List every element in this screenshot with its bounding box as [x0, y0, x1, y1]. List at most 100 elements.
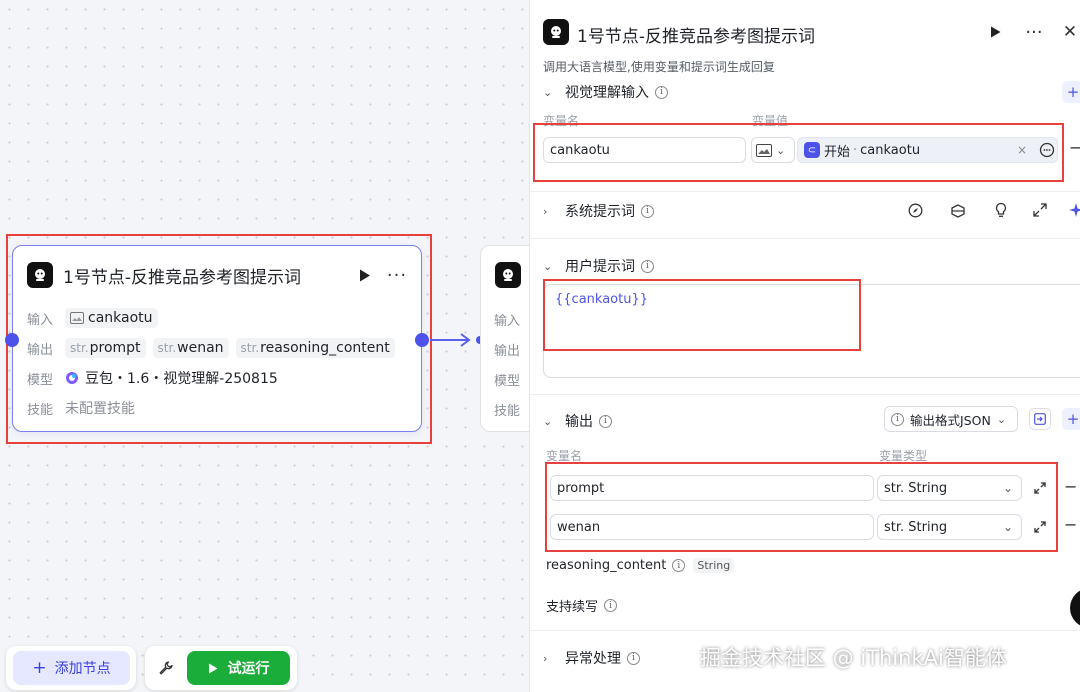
info-icon[interactable]: i: [641, 204, 654, 218]
test-run-label: 试运行: [227, 661, 270, 677]
clear-icon[interactable]: ×: [1017, 143, 1027, 157]
divider: [530, 394, 1080, 395]
test-run-button[interactable]: 试运行: [187, 651, 290, 685]
expand-icon[interactable]: [1029, 477, 1051, 499]
panel-more-icon[interactable]: ···: [1023, 21, 1045, 43]
output-col-name: 变量名: [546, 449, 583, 463]
info-icon[interactable]: i: [627, 651, 640, 665]
start-node-ref-icon: ⊂: [804, 142, 820, 158]
chevron-right-icon: ›: [543, 204, 548, 218]
second-node-input-label: 输入: [494, 314, 521, 329]
continue-writing-toggle[interactable]: [1070, 588, 1080, 628]
vision-var-remove-button[interactable]: −: [1069, 138, 1080, 157]
continue-writing-row: 支持续写 i: [546, 596, 618, 615]
output-var-type-select[interactable]: str. String ⌄: [877, 514, 1022, 540]
user-prompt-title: 用户提示词: [565, 259, 635, 275]
output-add-button[interactable]: +: [1062, 408, 1080, 430]
node-output-port[interactable]: [415, 333, 429, 347]
prompt-library-icon[interactable]: [947, 199, 969, 221]
connection-arrow: [430, 333, 484, 347]
divider: [530, 191, 1080, 192]
info-icon[interactable]: i: [604, 599, 618, 612]
node-input-value: cankaotu: [88, 310, 153, 326]
output-format-label: 输出格式JSON: [910, 412, 991, 428]
node-more-icon[interactable]: ···: [385, 263, 409, 287]
info-icon[interactable]: i: [655, 85, 668, 99]
node-model-value: 豆包・1.6・视觉理解-250815: [85, 371, 278, 387]
node-output-chip: str. wenan: [152, 338, 229, 358]
llm-node-card[interactable]: 1号节点-反推竞品参考图提示词 ··· 输入 cankaotu 输出 str. p…: [12, 245, 422, 432]
output-var-type-select[interactable]: str. String ⌄: [877, 475, 1022, 501]
chevron-down-icon: ⌄: [1002, 481, 1013, 495]
chevron-down-icon: ⌄: [543, 414, 553, 428]
node-skill-label: 技能: [27, 402, 54, 418]
node-output-label: 输出: [27, 342, 54, 358]
panel-close-icon[interactable]: ✕: [1059, 21, 1080, 43]
info-icon[interactable]: i: [599, 414, 612, 428]
second-node-logo-icon: [495, 262, 521, 288]
lightbulb-icon[interactable]: [990, 199, 1012, 221]
panel-title[interactable]: 1号节点-反推竞品参考图提示词: [577, 22, 815, 47]
node-run-icon[interactable]: [353, 263, 377, 287]
exception-title: 异常处理: [565, 651, 621, 667]
node-input-chip: cankaotu: [65, 308, 158, 328]
node-output-chip: str. reasoning_content: [235, 338, 395, 358]
reasoning-content-name: reasoning_content: [546, 558, 667, 573]
vision-input-section-header[interactable]: ⌄ 视觉理解输入 i: [543, 82, 668, 102]
info-icon: i: [891, 412, 904, 426]
add-node-button[interactable]: + 添加节点: [13, 651, 130, 685]
output-var-name-input[interactable]: wenan: [550, 514, 874, 540]
info-icon[interactable]: i: [672, 559, 686, 572]
llm-node-logo-icon: [27, 262, 53, 288]
user-prompt-section-header[interactable]: ⌄ 用户提示词 i: [543, 256, 654, 276]
node-title: 1号节点-反推竞品参考图提示词: [63, 267, 301, 288]
variable-picker-icon[interactable]: [1036, 139, 1058, 161]
wrench-icon: [159, 661, 173, 675]
output-section-header[interactable]: ⌄ 输出 i: [543, 411, 612, 431]
output-var-remove-button[interactable]: −: [1064, 477, 1077, 496]
compass-icon[interactable]: [904, 199, 926, 221]
image-icon: [756, 143, 772, 157]
second-node-skill-label: 技能: [494, 404, 521, 419]
chevron-right-icon: ›: [543, 651, 548, 665]
system-prompt-section-header[interactable]: › 系统提示词 i: [543, 201, 654, 221]
user-prompt-content: {{cankaotu}}: [555, 292, 648, 307]
vision-input-add-button[interactable]: +: [1062, 81, 1080, 103]
divider: [530, 238, 1080, 239]
image-icon: [70, 312, 84, 324]
ai-sparkle-icon[interactable]: [1065, 199, 1080, 221]
expand-icon[interactable]: [1029, 516, 1051, 538]
vision-var-name-input[interactable]: cankaotu: [543, 137, 746, 163]
reasoning-content-type: String: [693, 558, 735, 573]
output-var-remove-button[interactable]: −: [1064, 515, 1077, 534]
output-format-select[interactable]: i 输出格式JSON ⌄: [884, 406, 1018, 432]
node-input-row: 输入 cankaotu: [27, 306, 165, 330]
add-node-label: 添加节点: [54, 661, 111, 677]
exception-section-header[interactable]: › 异常处理 i: [543, 648, 640, 668]
wrench-tool-button[interactable]: [152, 651, 180, 685]
output-var-name-input[interactable]: prompt: [550, 475, 874, 501]
info-icon[interactable]: i: [641, 259, 654, 273]
chevron-down-icon: ⌄: [996, 412, 1007, 426]
second-node-model-label: 模型: [494, 374, 521, 389]
node-model-label: 模型: [27, 372, 54, 388]
output-import-icon[interactable]: [1029, 408, 1051, 430]
node-output-chip: str. prompt: [65, 338, 146, 358]
vision-input-col-name: 变量名: [543, 114, 580, 128]
expand-icon[interactable]: [1029, 199, 1051, 221]
vision-input-col-value: 变量值: [752, 114, 789, 128]
node-model-row: 模型 豆包・1.6・视觉理解-250815: [27, 366, 278, 390]
node-input-port[interactable]: [5, 333, 19, 347]
ref-separator: ·: [853, 142, 858, 158]
continue-writing-label: 支持续写: [546, 600, 599, 615]
vision-input-title: 视觉理解输入: [565, 85, 649, 101]
panel-run-icon[interactable]: [984, 21, 1006, 43]
ref-var-label: cankaotu: [860, 142, 921, 158]
vision-var-type-select[interactable]: ⌄: [751, 137, 795, 163]
panel-description: 调用大语言模型,使用变量和提示词生成回复: [543, 60, 775, 74]
reasoning-content-row: reasoning_content i String: [546, 558, 735, 573]
output-title: 输出: [565, 414, 593, 430]
node-output-row: 输出 str. prompt str. wenan str. reasoning_co…: [27, 336, 402, 360]
vision-var-value-ref[interactable]: ⊂ 开始 · cankaotu ×: [797, 137, 1058, 163]
chevron-down-icon: ⌄: [1002, 520, 1013, 534]
